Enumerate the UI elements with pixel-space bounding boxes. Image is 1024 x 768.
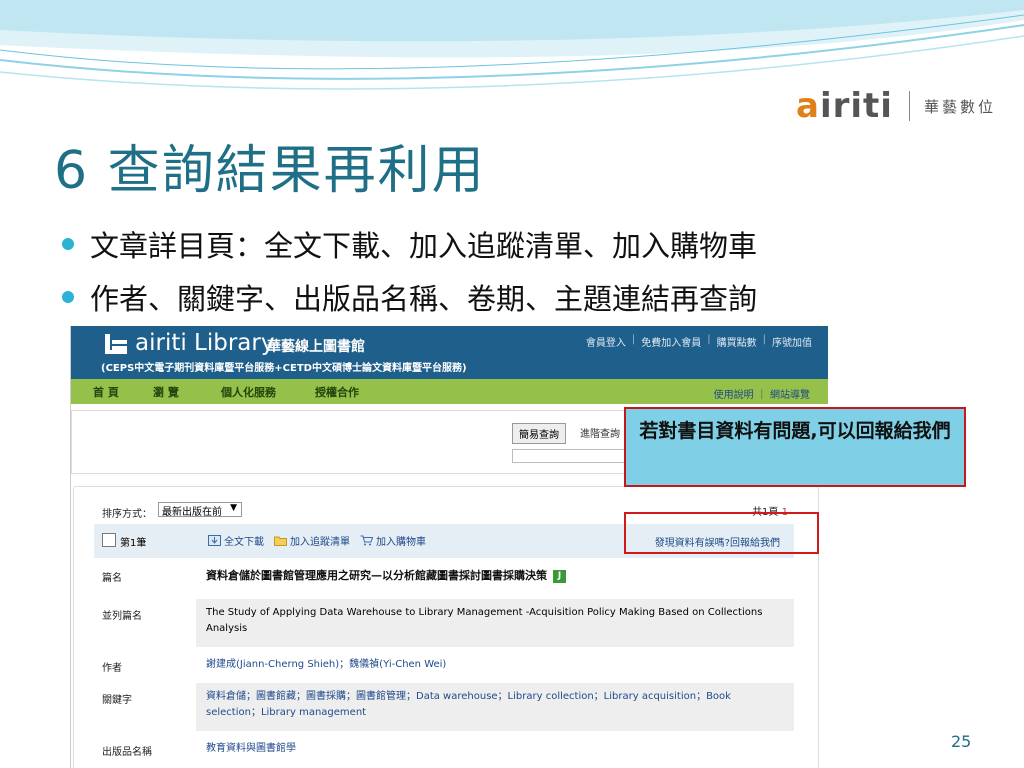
buy-points-link[interactable]: 購買點數	[717, 334, 757, 349]
folder-icon	[274, 536, 287, 546]
download-icon	[208, 535, 221, 546]
site-navbar: 首 頁 瀏 覽 個人化服務 授權合作 使用說明 ｜ 網站導覽	[71, 379, 828, 404]
field-label: 出版品名稱	[102, 747, 152, 758]
sort-label: 排序方式：	[102, 509, 152, 520]
nav-license[interactable]: 授權合作	[315, 384, 359, 400]
site-name[interactable]: airiti Library	[135, 330, 274, 356]
record-number: 第1筆	[120, 538, 147, 549]
logo-brand-a: a	[796, 86, 820, 126]
field-value-title: 資料倉儲於圖書館管理應用之研究—以分析館藏圖書採討圖書採購決策 J	[196, 561, 794, 595]
library-logo-icon	[105, 334, 127, 354]
field-row-author: 作者 謝建成(Jiann-Cherng Shieh)；魏儀禎(Yi-Chen W…	[94, 651, 794, 681]
tracking-label: 加入追蹤清單	[290, 537, 350, 548]
field-row-parallel-title: 並列篇名 The Study of Applying Data Warehous…	[94, 599, 794, 647]
logo-cn: 華藝數位	[923, 97, 996, 116]
callout-box: 若對書目資料有問題,可以回報給我們	[624, 407, 966, 487]
cart-label: 加入購物車	[376, 537, 426, 548]
bullet-dot-icon	[62, 238, 74, 250]
report-link-highlight	[624, 512, 819, 554]
title-text: 資料倉儲於圖書館管理應用之研究—以分析館藏圖書採討圖書採購決策	[206, 569, 547, 582]
bullet-2: 作者、關鍵字、出版品名稱、卷期、主題連結再查詢	[62, 276, 757, 318]
bullet-1: 文章詳目頁：全文下載、加入追蹤清單、加入購物車	[62, 223, 757, 265]
field-row-title: 篇名 資料倉儲於圖書館管理應用之研究—以分析館藏圖書採討圖書採購決策 J	[94, 561, 794, 595]
logo-divider	[908, 91, 910, 121]
bullet-2-text: 作者、關鍵字、出版品名稱、卷期、主題連結再查詢	[90, 282, 758, 316]
add-cart-button[interactable]: 加入購物車	[360, 533, 426, 548]
download-label: 全文下載	[224, 537, 264, 548]
field-row-publication: 出版品名稱 教育資料與圖書館學	[94, 735, 794, 765]
field-value-keywords[interactable]: 資料倉儲；圖書館藏；圖書採購；圖書館管理；Data warehouse；Libr…	[196, 683, 794, 731]
sort-value: 最新出版在前	[162, 507, 222, 518]
field-value-author[interactable]: 謝建成(Jiann-Cherng Shieh)；魏儀禎(Yi-Chen Wei)	[196, 651, 794, 681]
bullet-dot-icon	[62, 291, 74, 303]
journal-badge-icon: J	[553, 569, 566, 583]
site-name-cn: 華藝線上圖書館	[267, 339, 365, 355]
field-label: 篇名	[102, 573, 122, 584]
field-label: 並列篇名	[102, 611, 142, 622]
serial-link[interactable]: 序號加值	[772, 334, 812, 349]
link-divider: |	[631, 334, 636, 345]
record-checkbox[interactable]	[102, 533, 116, 547]
cart-icon	[360, 535, 373, 546]
bullet-1-text: 文章詳目頁：全文下載、加入追蹤清單、加入購物車	[90, 229, 758, 263]
logo-brand: airiti	[796, 86, 893, 126]
add-tracking-button[interactable]: 加入追蹤清單	[274, 533, 350, 548]
field-value-publication[interactable]: 教育資料與圖書館學	[196, 735, 794, 765]
chevron-down-icon: ▼	[230, 503, 237, 513]
field-label: 關鍵字	[102, 695, 132, 706]
nav-personal[interactable]: 個人化服務	[221, 384, 276, 400]
airiti-logo: airiti 華藝數位	[796, 86, 996, 126]
page-number: 25	[951, 732, 972, 751]
link-divider: |	[762, 334, 766, 345]
top-links: 會員登入 | 免費加入會員 | 購買點數 | 序號加值	[586, 334, 812, 349]
link-divider: |	[707, 334, 711, 345]
tab-simple-search[interactable]: 簡易查詢	[512, 423, 566, 444]
slide-title: 6 查詢結果再利用	[54, 141, 486, 201]
logo-brand-rest: iriti	[819, 86, 893, 126]
register-link[interactable]: 免費加入會員	[641, 334, 701, 349]
nav-home[interactable]: 首 頁	[93, 384, 119, 400]
nav-help-links[interactable]: 使用說明 ｜ 網站導覽	[714, 386, 810, 401]
field-row-keywords: 關鍵字 資料倉儲；圖書館藏；圖書採購；圖書館管理；Data warehouse；…	[94, 683, 794, 731]
field-label: 作者	[102, 663, 122, 674]
sort-select[interactable]: 最新出版在前 ▼	[158, 502, 242, 518]
download-fulltext-button[interactable]: 全文下載	[208, 533, 264, 548]
site-header: airiti Library 華藝線上圖書館 (CEPS中文電子期刊資料庫暨平台…	[71, 326, 828, 379]
nav-browse[interactable]: 瀏 覽	[153, 384, 179, 400]
site-subtitle: (CEPS中文電子期刊資料庫暨平台服務+CETD中文碩博士論文資料庫暨平台服務)	[101, 363, 467, 374]
field-value-parallel-title: The Study of Applying Data Warehouse to …	[196, 599, 794, 647]
login-link[interactable]: 會員登入	[586, 334, 626, 349]
tab-advanced-search[interactable]: 進階查詢	[580, 425, 620, 440]
